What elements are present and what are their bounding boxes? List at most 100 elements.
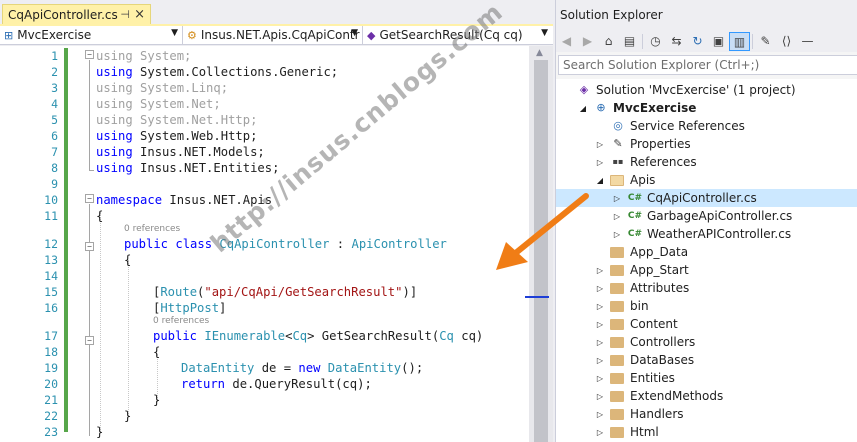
scroll-up-icon[interactable]: ▲ [536,48,543,58]
token-namespace: System.Linq; [132,81,229,95]
token-keyword: return [181,377,226,391]
code-line-15: [Route("api/CqApi/GetSearchResult")] [153,285,418,299]
tree-item[interactable]: ▷ Attributes [556,279,857,297]
line-number: 18 [44,345,58,359]
tree-item[interactable]: ▷ ✎ Properties [556,135,857,153]
tree-item[interactable]: ▷ ExtendMethods [556,387,857,405]
tab-title: CqApiController.cs [8,8,118,22]
codelens-references[interactable]: 0 references [153,315,209,327]
collapsed-arrow-icon[interactable]: ▷ [594,410,606,419]
tree-item[interactable]: App_Data [556,243,857,261]
history-icon[interactable]: ◷ [645,32,666,51]
more-icon[interactable]: — [797,32,818,51]
switch-views-icon[interactable]: ▤ [619,32,640,51]
caret-position-marker [525,296,549,298]
outline-collapse-icon[interactable]: − [85,194,94,203]
collapsed-arrow-icon[interactable]: ▷ [594,320,606,329]
csharp-file-icon: C# [627,229,643,239]
folder-icon [610,409,624,420]
tree-item[interactable]: ▷ C# GarbageApiController.cs [556,207,857,225]
token-string: "api/CqApi/GetSearchResult" [204,285,403,299]
pin-icon[interactable]: ⊣ [120,8,130,21]
line-number: 22 [44,409,58,423]
solution-search-box[interactable] [558,55,857,75]
back-icon[interactable]: ◀ [556,32,577,51]
token-namespace: System.Net; [132,97,221,111]
collapsed-arrow-icon[interactable]: ▷ [594,428,606,437]
line-number: 12 [44,237,58,251]
collapsed-arrow-icon[interactable]: ▷ [594,140,606,149]
outline-collapse-icon[interactable]: − [85,50,94,59]
outline-collapse-icon[interactable]: − [85,336,94,345]
references-icon: ▪▪ [612,157,624,166]
tree-item[interactable]: ◢ Apis [556,171,857,189]
tree-item[interactable]: ▷ Entities [556,369,857,387]
solution-icon: ◈ [579,83,589,96]
token-namespace: Insus.NET.Entities; [132,161,280,175]
properties-icon[interactable]: ✎ [755,32,776,51]
tree-item[interactable]: ▷ Content [556,315,857,333]
line-number: 16 [44,301,58,315]
tree-item-label: App_Start [630,263,689,277]
line-number: 1 [51,49,58,63]
expanded-arrow-icon[interactable]: ◢ [594,176,606,185]
line-number: 17 [44,329,58,343]
tree-item-label: Properties [630,137,691,151]
collapsed-arrow-icon[interactable]: ▷ [594,158,606,167]
indent-guide [128,260,129,416]
solution-search-input[interactable] [559,56,857,74]
home-icon[interactable]: ⌂ [598,32,619,51]
expanded-arrow-icon[interactable]: ◢ [577,104,589,113]
close-icon[interactable]: × [134,7,145,22]
code-text-area[interactable]: 1 2 3 4 5 6 7 8 9 10 11 12 13 14 15 16 17 18 19 20 21 22 23 − … [0,46,529,442]
collapsed-arrow-icon[interactable]: ▷ [611,212,623,221]
collapsed-arrow-icon[interactable]: ▷ [611,194,623,203]
collapsed-arrow-icon[interactable]: ▷ [594,302,606,311]
tree-item[interactable]: ▷ App_Start [556,261,857,279]
codelens-references[interactable]: 0 references [124,223,180,235]
tree-item[interactable]: ▷ DataBases [556,351,857,369]
solution-explorer-panel: Solution Explorer ◀ ▶ ⌂ ▤ ◷ ⇆ ↻ ▣ ▥ ✎ ⟨⟩… [555,0,857,442]
tab-cqapicontroller[interactable]: CqApiController.cs ⊣ × [2,4,151,25]
outline-line [89,60,90,170]
code-line-8: using Insus.NET.Entities; [96,160,279,176]
service-references-icon: ◎ [613,119,623,132]
tree-item[interactable]: ▷ C# CqApiController.cs [556,189,857,207]
tree-item[interactable]: ▷ C# WeatherAPIController.cs [556,225,857,243]
collapsed-arrow-icon[interactable]: ▷ [594,374,606,383]
class-dropdown[interactable]: ⚙ Insus.NET.Apis.CqApiContr ▼ [183,26,363,44]
code-line-7: using Insus.NET.Models; [96,144,265,160]
project-dropdown-value: MvcExercise [17,28,92,42]
tree-item[interactable]: ▷ Controllers [556,333,857,351]
method-icon: ◆ [367,28,376,42]
show-all-files-icon[interactable]: ▥ [729,32,750,51]
tree-item-label: ExtendMethods [630,389,724,403]
tree-item[interactable]: ◈ Solution 'MvcExercise' (1 project) [556,81,857,99]
outline-collapse-icon[interactable]: − [85,242,94,251]
code-line-3: using System.Linq; [96,80,228,96]
refresh-icon[interactable]: ↻ [687,32,708,51]
tree-item[interactable]: ▷ bin [556,297,857,315]
sync-icon[interactable]: ⇆ [666,32,687,51]
collapsed-arrow-icon[interactable]: ▷ [611,230,623,239]
token-type: Route [160,285,198,299]
collapsed-arrow-icon[interactable]: ▷ [594,284,606,293]
collapse-all-icon[interactable]: ▣ [708,32,729,51]
tree-item[interactable]: ◎ Service References [556,117,857,135]
tree-item[interactable]: ▷ ▪▪ References [556,153,857,171]
web-project-icon: ⊕ [596,101,606,114]
tree-item-label: MvcExercise [613,101,697,115]
forward-icon[interactable]: ▶ [577,32,598,51]
collapsed-arrow-icon[interactable]: ▷ [594,392,606,401]
token-keyword: using [96,113,133,127]
tree-item[interactable]: ▷ Html [556,423,857,441]
solution-explorer-toolbar: ◀ ▶ ⌂ ▤ ◷ ⇆ ↻ ▣ ▥ ✎ ⟨⟩ — [556,31,857,52]
tree-item[interactable]: ▷ Handlers [556,405,857,423]
token-keyword: public [153,329,198,343]
collapsed-arrow-icon[interactable]: ▷ [594,338,606,347]
toolbar-separator [642,34,643,49]
preview-icon[interactable]: ⟨⟩ [776,32,797,51]
collapsed-arrow-icon[interactable]: ▷ [594,356,606,365]
tree-item[interactable]: ◢ ⊕ MvcExercise [556,99,857,117]
project-dropdown[interactable]: ⊞ MvcExercise ▼ [0,26,183,44]
